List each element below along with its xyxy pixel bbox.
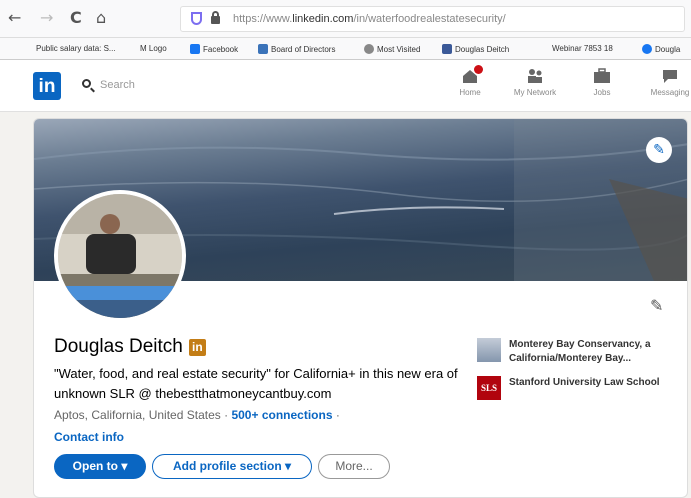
more-button[interactable]: More... <box>318 454 390 479</box>
home-icon[interactable]: ⌂ <box>96 8 106 27</box>
conservancy-logo <box>477 338 501 362</box>
nav-label: Jobs <box>593 88 611 97</box>
linkedin-badge-icon: in <box>188 338 206 356</box>
profile-name-row: Douglas Deitch in <box>54 336 206 358</box>
linkedin-header: in Search Home My Network Jobs Messaging <box>0 60 691 112</box>
nav-messaging[interactable]: Messaging <box>640 68 691 97</box>
facebook-icon <box>442 44 452 54</box>
nav-label: Home <box>459 88 481 97</box>
bookmark-item[interactable]: Webinar 7853 18 <box>552 44 613 53</box>
nav-label: Messaging <box>650 88 690 97</box>
back-icon[interactable]: ← <box>8 8 21 27</box>
briefcase-icon <box>593 68 611 84</box>
avatar[interactable] <box>54 190 186 322</box>
linkedin-logo[interactable]: in <box>33 72 61 100</box>
notification-dot <box>474 65 483 74</box>
bookmarks-bar: Public salary data: S... M Logo Facebook… <box>0 38 691 60</box>
contact-info-link[interactable]: Contact info <box>54 430 124 444</box>
bookmark-item[interactable]: M Logo <box>140 44 167 53</box>
profile-name: Douglas Deitch <box>54 336 183 357</box>
edit-cover-icon[interactable]: ✎ <box>646 137 672 163</box>
forward-icon[interactable]: → <box>40 8 53 27</box>
bookmark-item[interactable]: Douglas Deitch <box>442 44 509 54</box>
shield-icon <box>191 12 202 25</box>
home-icon <box>461 65 483 84</box>
profile-headline: "Water, food, and real estate security" … <box>54 366 458 401</box>
board-icon <box>258 44 268 54</box>
bookmark-item[interactable]: Public salary data: S... <box>36 44 116 53</box>
experience-text: Monterey Bay Conservancy, a California/M… <box>509 339 651 364</box>
browser-toolbar: ← → C ⌂ https://www.linkedin.com/in/wate… <box>0 0 691 38</box>
connections-link[interactable]: 500+ connections <box>231 408 332 422</box>
nav-network[interactable]: My Network <box>505 68 565 97</box>
facebook-icon <box>642 44 652 54</box>
add-profile-section-button[interactable]: Add profile section ▾ <box>152 454 312 479</box>
education-item[interactable]: SLS Stanford University Law School <box>477 376 669 400</box>
message-icon <box>661 68 679 84</box>
nav-jobs[interactable]: Jobs <box>572 68 632 97</box>
address-bar[interactable]: https://www.linkedin.com/in/waterfoodrea… <box>180 6 685 32</box>
open-to-button[interactable]: Open to ▾ <box>54 454 146 479</box>
location-row: Aptos, California, United States · 500+ … <box>54 408 340 422</box>
edit-profile-icon[interactable]: ✎ <box>650 296 663 315</box>
separator: · <box>335 408 340 422</box>
experience-item[interactable]: Monterey Bay Conservancy, a California/M… <box>477 338 669 366</box>
location-text: Aptos, California, United States <box>54 408 221 422</box>
lock-shackle <box>212 11 219 18</box>
bookmark-item[interactable]: Most Visited <box>364 44 420 54</box>
search-input[interactable]: Search <box>76 77 376 97</box>
url-text: https://www.linkedin.com/in/waterfoodrea… <box>233 13 506 25</box>
gear-icon <box>364 44 374 54</box>
bookmark-item[interactable]: Dougla <box>642 44 680 54</box>
bookmark-item[interactable]: Board of Directors <box>258 44 335 54</box>
people-icon <box>526 68 544 84</box>
avatar-photo <box>58 194 182 318</box>
facebook-icon <box>190 44 200 54</box>
bookmark-item[interactable]: Facebook <box>190 44 238 54</box>
separator: · <box>224 408 229 422</box>
reload-icon[interactable]: C <box>70 8 82 27</box>
search-icon <box>82 79 91 88</box>
search-placeholder: Search <box>100 79 135 91</box>
nav-home[interactable]: Home <box>440 65 500 97</box>
nav-label: My Network <box>513 88 557 97</box>
education-text: Stanford University Law School <box>509 377 660 388</box>
stanford-logo: SLS <box>477 376 501 400</box>
